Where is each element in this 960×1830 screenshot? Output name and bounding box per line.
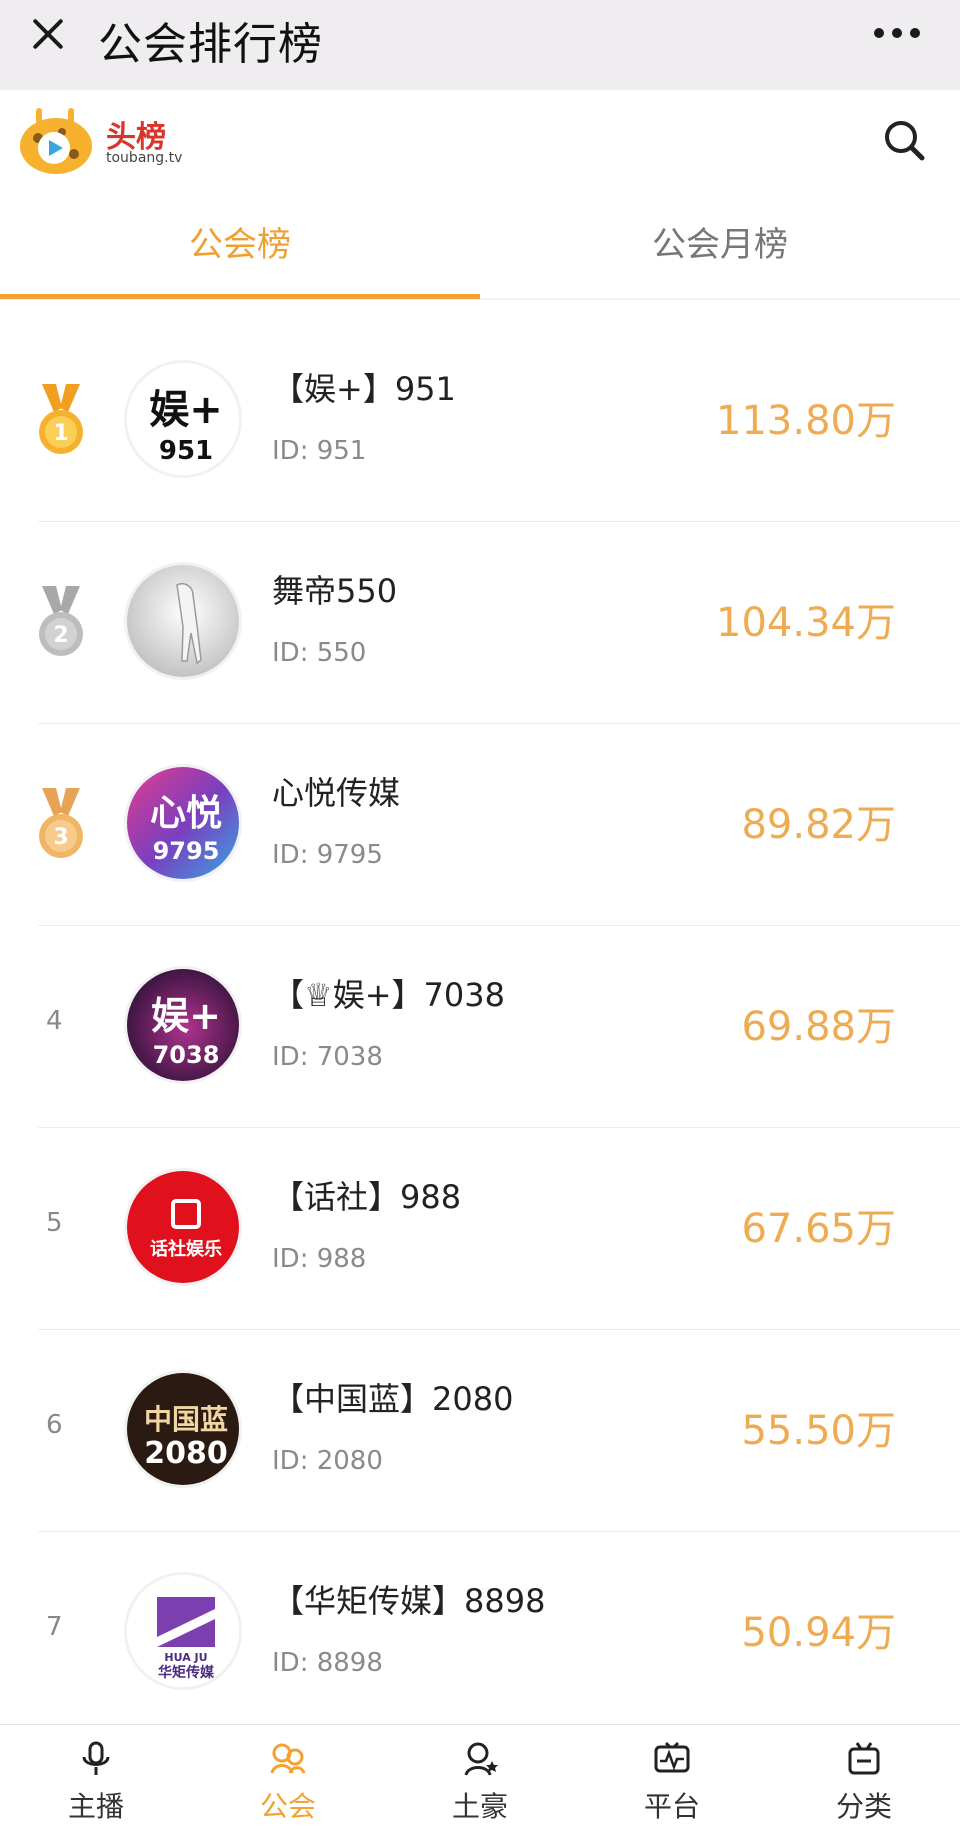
search-button[interactable] <box>882 118 926 162</box>
svg-text:娱+: 娱+ <box>149 387 223 433</box>
ranking-list: 1 娱+ 951 【娱+】951 ID: 951 113.80万 2 舞帝550… <box>0 320 960 1734</box>
avatar: 娱+ 951 <box>124 360 242 478</box>
ranking-row[interactable]: 1 娱+ 951 【娱+】951 ID: 951 113.80万 <box>0 320 960 522</box>
guild-name: 【华矩传媒】8898 <box>272 1582 546 1620</box>
svg-text:951: 951 <box>159 436 213 466</box>
guild-id: ID: 988 <box>272 1244 367 1274</box>
brand-domain: toubang.tv <box>106 150 183 166</box>
svg-text:HUA JU: HUA JU <box>164 1651 207 1664</box>
guild-score: 69.88万 <box>741 1004 896 1050</box>
avatar: 娱+ 7038 <box>124 966 242 1084</box>
medal-number: 1 <box>53 421 68 446</box>
search-icon <box>885 121 925 161</box>
ranking-row[interactable]: 4 娱+ 7038 【♕娱+】7038 ID: 7038 69.88万 <box>0 926 960 1128</box>
guild-name: 【话社】988 <box>272 1178 462 1216</box>
nav-item-anchor[interactable]: 主播 <box>0 1725 192 1830</box>
guild-score: 67.65万 <box>741 1206 896 1252</box>
rank-number: 7 <box>46 1612 63 1642</box>
guild-name: 【娱+】951 <box>272 370 456 408</box>
tab-bar: 公会榜 公会月榜 <box>0 190 960 300</box>
active-tab-indicator <box>0 294 480 299</box>
guild-id: ID: 951 <box>272 436 367 466</box>
guild-score: 113.80万 <box>716 398 896 444</box>
ranking-row[interactable]: 7 HUA JU 华矩传媒 【华矩传媒】8898 ID: 8898 50.94万 <box>0 1532 960 1734</box>
platform-icon <box>654 1741 690 1773</box>
white-horse-avatar <box>127 565 239 677</box>
guild-id: ID: 7038 <box>272 1042 383 1072</box>
avatar: 中国蓝 2080 <box>124 1370 242 1488</box>
guild-score: 55.50万 <box>741 1408 896 1454</box>
svg-text:话社娱乐: 话社娱乐 <box>150 1238 222 1260</box>
more-options-icon[interactable] <box>874 28 920 40</box>
ranking-row[interactable]: 5 话社娱乐 【话社】988 ID: 988 67.65万 <box>0 1128 960 1330</box>
nav-item-platform[interactable]: 平台 <box>576 1725 768 1830</box>
tab-guild-ranking[interactable]: 公会榜 <box>0 190 480 300</box>
avatar: 话社娱乐 <box>124 1168 242 1286</box>
svg-text:华矩传媒: 华矩传媒 <box>158 1664 215 1681</box>
rank-number: 4 <box>46 1006 63 1036</box>
guild-name: 心悦传媒 <box>272 774 401 812</box>
guild-score: 104.34万 <box>716 600 896 646</box>
nav-item-guild[interactable]: 公会 <box>192 1725 384 1830</box>
guild-id: ID: 2080 <box>272 1446 383 1476</box>
category-icon <box>848 1742 880 1775</box>
tycoon-icon <box>464 1742 498 1776</box>
svg-text:2080: 2080 <box>144 1436 228 1471</box>
nav-label: 平台 <box>643 1790 700 1823</box>
guild-name: 【中国蓝】2080 <box>272 1380 514 1418</box>
tab-guild-monthly[interactable]: 公会月榜 <box>480 190 960 300</box>
close-icon[interactable] <box>28 12 68 52</box>
ranking-row[interactable]: 3 心悦 9795 心悦传媒 ID: 9795 89.82万 <box>0 724 960 926</box>
rank-number: 6 <box>46 1410 63 1440</box>
guild-name: 舞帝550 <box>272 572 398 610</box>
bottom-navigation: 主播 公会 土豪 平台 分类 <box>0 1724 960 1830</box>
guild-score: 50.94万 <box>741 1610 896 1656</box>
svg-text:9795: 9795 <box>153 837 220 865</box>
ranking-row[interactable]: 2 舞帝550 ID: 550 104.34万 <box>0 522 960 724</box>
avatar <box>124 562 242 680</box>
guild-score: 89.82万 <box>741 802 896 848</box>
avatar: 心悦 9795 <box>124 764 242 882</box>
guild-id: ID: 8898 <box>272 1648 383 1678</box>
microphone-icon <box>82 1741 110 1775</box>
guild-name: 【♕娱+】7038 <box>272 976 505 1014</box>
brand-logo[interactable]: 头榜 toubang.tv <box>18 104 182 176</box>
bronze-medal-icon: 3 <box>39 788 83 858</box>
page-title: 公会排行榜 <box>98 19 323 70</box>
gold-medal-icon: 1 <box>39 384 83 454</box>
nav-label: 土豪 <box>451 1790 508 1823</box>
svg-text:心悦: 心悦 <box>150 793 222 834</box>
medal-number: 3 <box>53 825 68 850</box>
nav-label: 分类 <box>835 1790 892 1823</box>
nav-item-category[interactable]: 分类 <box>768 1725 960 1830</box>
rank-number: 5 <box>46 1208 63 1238</box>
guild-icon <box>270 1743 306 1774</box>
nav-label: 主播 <box>67 1790 124 1823</box>
avatar: HUA JU 华矩传媒 <box>124 1572 242 1690</box>
nav-item-tycoon[interactable]: 土豪 <box>384 1725 576 1830</box>
svg-text:娱+: 娱+ <box>151 994 221 1038</box>
giraffe-logo-icon <box>20 108 92 174</box>
svg-text:中国蓝: 中国蓝 <box>144 1403 228 1436</box>
silver-medal-icon: 2 <box>39 586 83 656</box>
nav-label: 公会 <box>259 1790 316 1823</box>
window-titlebar: 公会排行榜 <box>0 0 960 90</box>
guild-id: ID: 550 <box>272 638 367 668</box>
brand-header: 头榜 toubang.tv <box>0 90 960 190</box>
medal-number: 2 <box>53 623 68 648</box>
svg-text:7038: 7038 <box>153 1041 220 1069</box>
guild-id: ID: 9795 <box>272 840 383 870</box>
ranking-row[interactable]: 6 中国蓝 2080 【中国蓝】2080 ID: 2080 55.50万 <box>0 1330 960 1532</box>
